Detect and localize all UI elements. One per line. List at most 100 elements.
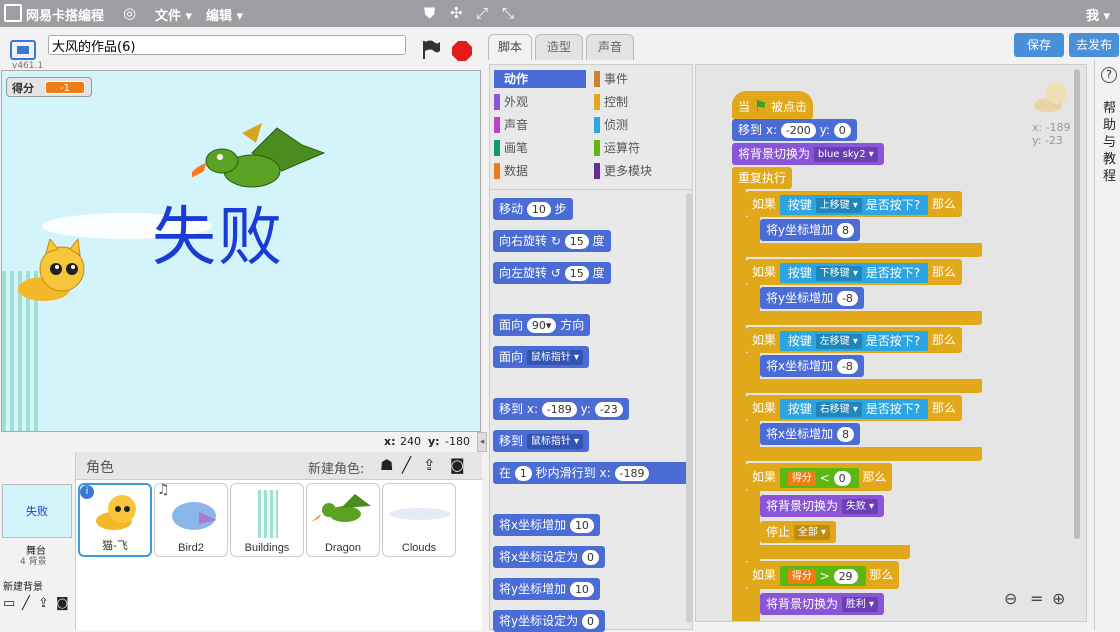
green-flag-icon-small: ⚑ [753,97,768,115]
category-operators[interactable]: 运算符 [594,139,686,157]
top-menu-bar: 网易卡搭编程 ◎ 文件 ▾ 编辑 ▾ ⛊ ✣ ⤢ ⤡ 我 ▾ [0,0,1120,27]
category-control[interactable]: 控制 [594,93,686,111]
change-y-up-block[interactable]: 将y坐标增加 8 [760,219,860,241]
tab-costumes-label: 造型 [546,40,571,54]
zoom-out-icon[interactable]: ⊖ [1004,589,1017,608]
forever-block[interactable]: 重复执行 [732,167,793,189]
palette-change-y-block[interactable]: 将y坐标增加 10 [493,578,600,600]
switch-backdrop-block[interactable]: 将背景切换为 blue sky2 ▾ [732,143,884,165]
mouse-y-value: -180 [445,435,470,448]
user-menu[interactable]: 我 ▾ [1086,5,1110,24]
globe-icon[interactable]: ◎ [123,4,136,22]
duplicate-icon[interactable]: ⛊ [424,4,435,22]
palette-goto-xy-block[interactable]: 移到 x: -189 y: -23 [493,398,629,420]
sprite-thumb-dragon[interactable]: Dragon [306,483,380,557]
current-sprite-icon [1034,82,1067,112]
script-area[interactable]: x: -189 y: -23 当 ⚑ 被点击 移到 x: -200 y: 0 将… [695,64,1087,622]
sprite-paint-icon[interactable]: ╱ [402,456,411,474]
green-flag-icon[interactable] [420,38,442,60]
publish-button[interactable]: 去发布 [1069,33,1119,57]
category-looks[interactable]: 外观 [494,93,586,111]
change-y-down-block[interactable]: 将y坐标增加 -8 [760,287,864,309]
sprite-upload-icon[interactable]: ⇪ [423,456,436,474]
palette-turn-left-block[interactable]: 向左旋转 ↺ 15 度 [493,262,611,284]
if-right-block[interactable]: 如果 按键 右移键 ▾ 是否按下? 那么 [746,395,962,421]
if-up-block[interactable]: 如果 按键 上移键 ▾ 是否按下? 那么 [746,191,962,217]
palette-scrollbar[interactable] [686,193,692,623]
if-down-end [746,311,982,325]
clouds-image [389,508,451,520]
collapse-stage-icon[interactable]: ◂ [477,432,487,452]
backdrop-brush-icon[interactable]: ╱ [22,596,30,611]
shrink-icon[interactable]: ⤡ [502,4,514,22]
category-events[interactable]: 事件 [594,70,686,88]
zoom-reset-icon[interactable]: = [1030,589,1043,608]
category-sound[interactable]: 声音 [494,116,586,134]
palette-glide-block[interactable]: 在 1 秒内滑行到 x: -189 [493,462,691,484]
mouse-y-label: y: [428,435,440,448]
stop-all-block[interactable]: 停止 全部 ▾ [760,521,837,543]
palette-change-x-block[interactable]: 将x坐标增加 10 [493,514,600,536]
if-left-block[interactable]: 如果 按键 左移键 ▾ 是否按下? 那么 [746,327,962,353]
goto-xy-block[interactable]: 移到 x: -200 y: 0 [732,119,857,141]
palette-point-towards-block[interactable]: 面向 鼠标指针 ▾ [493,346,590,368]
project-title-input[interactable] [48,35,406,55]
switch-backdrop-win-block[interactable]: 将背景切换为 胜利 ▾ [760,593,885,615]
backdrop-upload-icon[interactable]: ⇪ [38,596,49,611]
score-monitor[interactable]: 得分 -1 [6,77,92,97]
menu-edit[interactable]: 编辑 ▾ [206,5,243,24]
sprite-thumb-bird2[interactable]: ♫ Bird2 [154,482,228,557]
save-button[interactable]: 保存 [1014,33,1064,57]
backdrop-camera-icon[interactable]: ◙ [56,596,69,611]
category-pen[interactable]: 画笔 [494,139,586,157]
help-label[interactable]: 帮助与教程 [1103,100,1117,185]
cut-icon[interactable]: ✣ [450,4,463,22]
category-sensing[interactable]: 侦测 [594,116,686,134]
palette-goto-block[interactable]: 移到 鼠标指针 ▾ [493,430,590,452]
help-icon[interactable]: ? [1101,67,1117,83]
stage-backdrops-count: 4 背景 [20,557,47,567]
fullscreen-icon[interactable] [10,40,36,60]
sprite-library-icon[interactable]: ☗ [380,456,393,474]
script-vertical-scrollbar[interactable] [1074,69,1080,539]
if-down-block[interactable]: 如果 按键 下移键 ▾ 是否按下? 那么 [746,259,962,285]
stop-icon[interactable] [452,41,472,61]
palette-set-y-block[interactable]: 将y坐标设定为 0 [493,610,605,632]
new-sprite-label: 新建角色: [308,462,365,477]
forever-arm [732,187,746,621]
palette-move-block[interactable]: 移动 10 步 [493,198,573,220]
change-x-left-block[interactable]: 将x坐标增加 -8 [760,355,864,377]
dragon-sprite[interactable] [188,123,328,206]
palette-point-direction-block[interactable]: 面向 90▾ 方向 [493,314,591,336]
if-up-end [746,243,982,257]
sprite-thumb-cat[interactable]: i 猫-飞 [78,483,152,557]
palette-set-x-block[interactable]: 将x坐标设定为 0 [493,546,605,568]
category-motion[interactable]: 动作 [494,70,586,88]
category-more-blocks[interactable]: 更多模块 [594,162,686,180]
sprite-camera-icon[interactable]: ◙ [450,456,465,474]
tab-scripts[interactable]: 脚本 [488,34,532,60]
if-score-gt-block[interactable]: 如果 得分 > 29 那么 [746,561,900,589]
sprite-y-readout: y: -23 [1032,134,1063,147]
score-value: -1 [45,81,85,94]
palette-turn-right-block[interactable]: 向右旋转 ↻ 15 度 [493,230,611,252]
backdrop-paint-icon[interactable]: ▭ [3,596,15,611]
stage-thumbnail[interactable]: 失败 [2,484,72,538]
if-right-end [746,447,982,461]
if-score-lt-block[interactable]: 如果 得分 < 0 那么 [746,463,893,491]
category-data[interactable]: 数据 [494,162,586,180]
zoom-controls: ⊖ = ⊕ [1004,589,1074,611]
tab-sounds[interactable]: 声音 [586,34,634,60]
sprite-thumb-buildings[interactable]: Buildings [230,483,304,557]
when-flag-clicked-block[interactable]: 当 ⚑ 被点击 [732,91,814,119]
grow-icon[interactable]: ⤢ [476,4,488,22]
sprite-x-readout: x: -189 [1032,121,1071,134]
stage-canvas[interactable]: 得分 -1 失败 [1,70,481,432]
zoom-in-icon[interactable]: ⊕ [1052,589,1065,608]
tab-costumes[interactable]: 造型 [535,34,583,60]
sprite-thumb-clouds[interactable]: Clouds [382,483,456,557]
change-x-right-block[interactable]: 将x坐标增加 8 [760,423,860,445]
cat-sprite[interactable] [14,237,94,312]
switch-backdrop-fail-block[interactable]: 将背景切换为 失败 ▾ [760,495,885,517]
menu-file[interactable]: 文件 ▾ [155,5,192,24]
